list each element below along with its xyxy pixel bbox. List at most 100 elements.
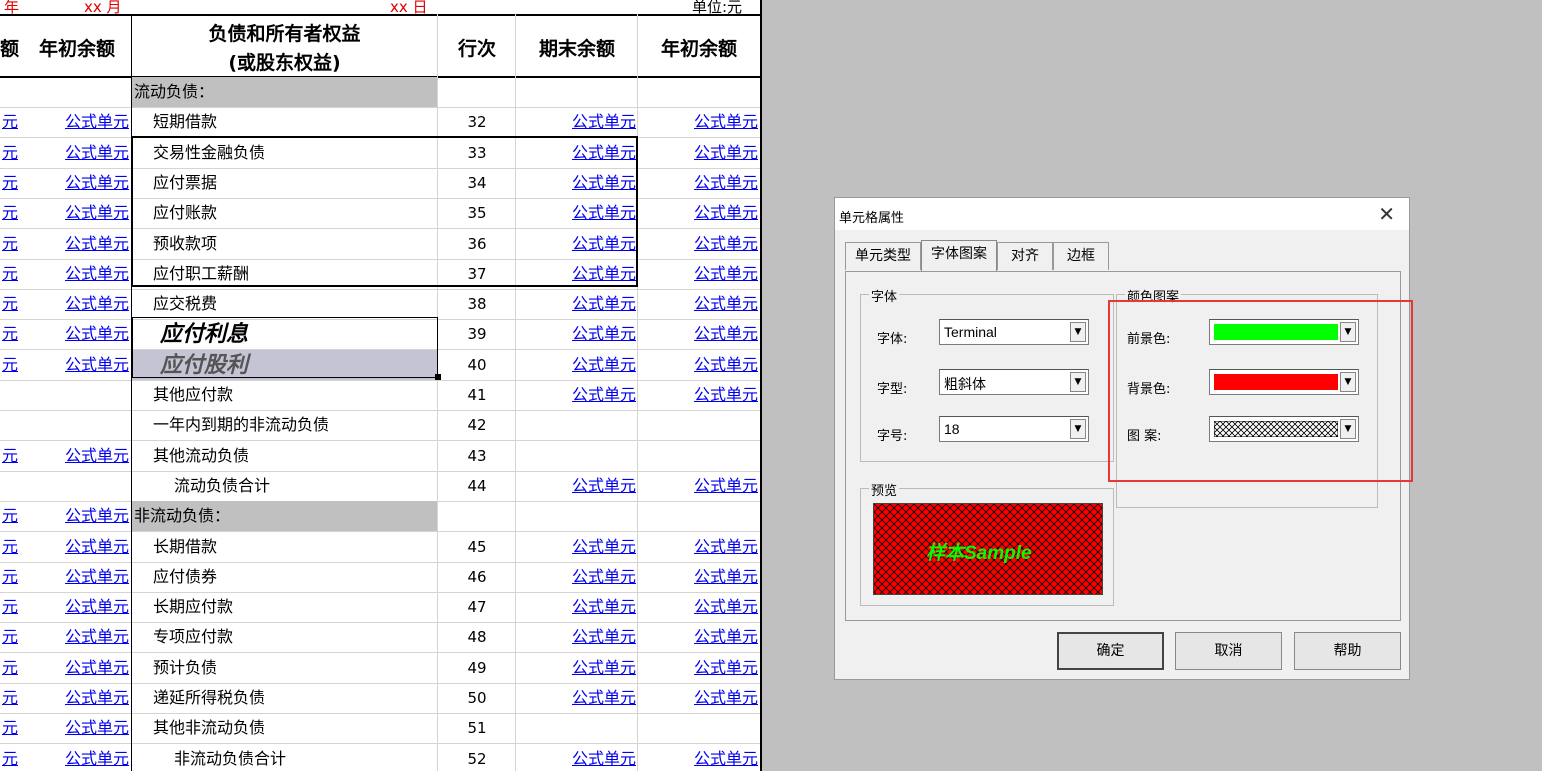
formula-cell[interactable]: 公式单元: [638, 319, 758, 349]
formula-cell-partial[interactable]: 元: [0, 350, 18, 380]
formula-cell[interactable]: 公式单元: [516, 683, 636, 713]
formula-cell[interactable]: 公式单元: [638, 289, 758, 319]
liability-label[interactable]: 一年内到期的非流动负债: [153, 410, 433, 440]
liability-label[interactable]: 长期应付款: [153, 592, 433, 622]
formula-cell[interactable]: 公式单元: [516, 562, 636, 592]
formula-cell[interactable]: 公式单元: [22, 198, 129, 228]
formula-cell[interactable]: 公式单元: [638, 107, 758, 137]
formula-cell[interactable]: 公式单元: [516, 622, 636, 652]
formula-cell[interactable]: 公式单元: [516, 592, 636, 622]
formula-cell[interactable]: 公式单元: [22, 562, 129, 592]
chevron-down-icon[interactable]: ▼: [1070, 322, 1086, 342]
formula-cell[interactable]: 公式单元: [638, 562, 758, 592]
formula-cell[interactable]: 公式单元: [638, 259, 758, 289]
formula-cell[interactable]: 公式单元: [22, 168, 129, 198]
liability-label[interactable]: 专项应付款: [153, 622, 433, 652]
liability-label[interactable]: 递延所得税负债: [153, 683, 433, 713]
formula-cell[interactable]: 公式单元: [22, 653, 129, 683]
formula-cell-partial[interactable]: 元: [0, 592, 18, 622]
style-select[interactable]: 粗斜体 ▼: [939, 369, 1089, 395]
liability-label[interactable]: 其他非流动负债: [153, 713, 433, 743]
formula-cell[interactable]: 公式单元: [516, 471, 636, 501]
liability-label[interactable]: 应交税费: [153, 289, 433, 319]
formula-cell-partial[interactable]: 元: [0, 289, 18, 319]
liability-label[interactable]: 流动负债合计: [174, 471, 454, 501]
formula-cell-partial[interactable]: 元: [0, 562, 18, 592]
formula-cell-partial[interactable]: 元: [0, 198, 18, 228]
formula-cell[interactable]: 公式单元: [638, 471, 758, 501]
formula-cell-partial[interactable]: 元: [0, 653, 18, 683]
tab-font-pattern[interactable]: 字体图案: [921, 240, 997, 272]
selected-range-outline[interactable]: [131, 136, 638, 287]
formula-cell-partial[interactable]: 元: [0, 168, 18, 198]
formula-cell-partial[interactable]: 元: [0, 229, 18, 259]
formula-cell[interactable]: 公式单元: [22, 319, 129, 349]
chevron-down-icon[interactable]: ▼: [1070, 419, 1086, 439]
liability-label[interactable]: 预计负债: [153, 653, 433, 683]
formula-cell[interactable]: 公式单元: [516, 350, 636, 380]
formula-cell[interactable]: 公式单元: [22, 289, 129, 319]
liability-label[interactable]: 其他应付款: [153, 380, 433, 410]
size-select[interactable]: 18 ▼: [939, 416, 1089, 442]
liability-label[interactable]: 非流动负债合计: [174, 744, 454, 771]
fill-handle[interactable]: [435, 374, 441, 380]
liability-label[interactable]: 短期借款: [153, 107, 433, 137]
formula-cell[interactable]: 公式单元: [516, 319, 636, 349]
formula-cell[interactable]: 公式单元: [22, 532, 129, 562]
formula-cell[interactable]: 公式单元: [516, 107, 636, 137]
font-select[interactable]: Terminal ▼: [939, 319, 1089, 345]
formula-cell[interactable]: 公式单元: [22, 259, 129, 289]
formula-cell[interactable]: 公式单元: [22, 350, 129, 380]
formula-cell[interactable]: 公式单元: [516, 744, 636, 771]
formula-cell[interactable]: 公式单元: [22, 107, 129, 137]
tab-cell-type[interactable]: 单元类型: [845, 242, 921, 270]
formula-cell-partial[interactable]: 元: [0, 532, 18, 562]
formula-cell[interactable]: 公式单元: [516, 289, 636, 319]
formula-cell[interactable]: 公式单元: [638, 229, 758, 259]
formula-cell[interactable]: 公式单元: [22, 622, 129, 652]
formula-cell[interactable]: 公式单元: [22, 501, 129, 531]
formula-cell-partial[interactable]: 元: [0, 622, 18, 652]
formula-cell[interactable]: 公式单元: [638, 592, 758, 622]
formula-cell[interactable]: 公式单元: [22, 744, 129, 771]
formula-cell[interactable]: 公式单元: [638, 380, 758, 410]
formula-cell-partial[interactable]: 元: [0, 441, 18, 471]
formula-cell[interactable]: 公式单元: [638, 653, 758, 683]
help-button[interactable]: 帮助: [1294, 632, 1401, 670]
formula-cell[interactable]: 公式单元: [638, 532, 758, 562]
liability-label[interactable]: 应付债券: [153, 562, 433, 592]
liability-label[interactable]: 非流动负债：: [134, 501, 434, 531]
formula-cell[interactable]: 公式单元: [516, 653, 636, 683]
formula-cell[interactable]: 公式单元: [22, 592, 129, 622]
formula-cell-partial[interactable]: 元: [0, 713, 18, 743]
liability-label[interactable]: 长期借款: [153, 532, 433, 562]
cancel-button[interactable]: 取消: [1175, 632, 1282, 670]
liability-label[interactable]: 其他流动负债: [153, 441, 433, 471]
formula-cell[interactable]: 公式单元: [22, 138, 129, 168]
tab-border[interactable]: 边框: [1053, 242, 1109, 270]
formula-cell-partial[interactable]: 元: [0, 138, 18, 168]
formula-cell[interactable]: 公式单元: [638, 138, 758, 168]
formula-cell-partial[interactable]: 元: [0, 501, 18, 531]
formula-cell[interactable]: 公式单元: [516, 380, 636, 410]
formula-cell[interactable]: 公式单元: [22, 229, 129, 259]
formula-cell[interactable]: 公式单元: [638, 744, 758, 771]
formula-cell-partial[interactable]: 元: [0, 319, 18, 349]
formula-cell[interactable]: 公式单元: [22, 713, 129, 743]
formula-cell-partial[interactable]: 元: [0, 744, 18, 771]
formula-cell[interactable]: 公式单元: [638, 198, 758, 228]
spreadsheet[interactable]: 年 xx 月 xx 日 单位:元 额 年初余额 负债和所有者权益 (或股东权益)…: [0, 0, 762, 771]
formula-cell-partial[interactable]: 元: [0, 107, 18, 137]
formula-cell[interactable]: 公式单元: [516, 532, 636, 562]
active-cell-outline[interactable]: [132, 317, 438, 378]
formula-cell[interactable]: 公式单元: [22, 441, 129, 471]
formula-cell-partial[interactable]: 元: [0, 259, 18, 289]
liability-label[interactable]: 流动负债：: [134, 77, 434, 107]
formula-cell[interactable]: 公式单元: [638, 622, 758, 652]
formula-cell[interactable]: 公式单元: [638, 683, 758, 713]
close-icon[interactable]: ✕: [1378, 202, 1395, 226]
formula-cell[interactable]: 公式单元: [638, 168, 758, 198]
formula-cell[interactable]: 公式单元: [638, 350, 758, 380]
formula-cell-partial[interactable]: 元: [0, 683, 18, 713]
formula-cell[interactable]: 公式单元: [22, 683, 129, 713]
